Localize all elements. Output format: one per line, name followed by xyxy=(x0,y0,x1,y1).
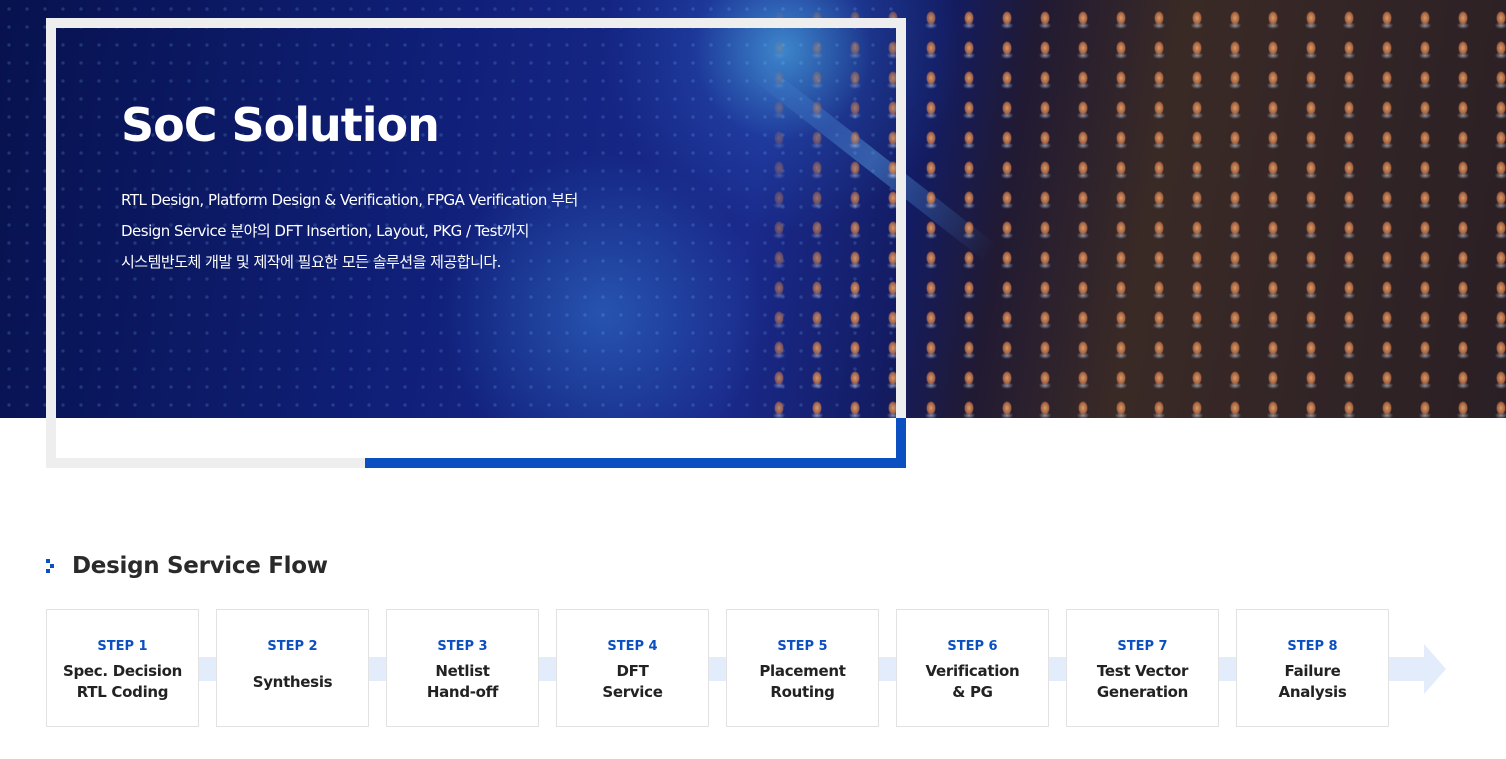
frame-border-right xyxy=(896,18,906,418)
frame-accent-right xyxy=(896,418,906,468)
step-label: STEP 7 xyxy=(1117,639,1168,654)
hero-description: RTL Design, Platform Design & Verificati… xyxy=(121,185,741,278)
flow-step-3: STEP 3 Netlist Hand-off xyxy=(386,609,539,727)
page-title: SoC Solution xyxy=(121,98,440,152)
step-name: Synthesis xyxy=(252,672,333,691)
step-label: STEP 6 xyxy=(947,639,998,654)
step-label: STEP 5 xyxy=(777,639,828,654)
step-label: STEP 1 xyxy=(97,639,148,654)
step-name: DFT Service xyxy=(602,662,663,701)
step-name: Test Vector Generation xyxy=(1096,662,1189,701)
flow-step-4: STEP 4 DFT Service xyxy=(556,609,709,727)
flow-step-6: STEP 6 Verification & PG xyxy=(896,609,1049,727)
flow-step-7: STEP 7 Test Vector Generation xyxy=(1066,609,1219,727)
step-name: Verification & PG xyxy=(925,662,1020,701)
frame-accent-bottom xyxy=(365,458,906,468)
step-name: Spec. Decision RTL Coding xyxy=(62,662,183,701)
step-label: STEP 3 xyxy=(437,639,488,654)
section-heading: Design Service Flow xyxy=(46,550,328,582)
hero-description-line: Design Service 분야의 DFT Insertion, Layout… xyxy=(121,222,529,240)
flow-step-2: STEP 2 Synthesis xyxy=(216,609,369,727)
flow-step-1: STEP 1 Spec. Decision RTL Coding xyxy=(46,609,199,727)
frame-border-top xyxy=(46,18,906,28)
step-name: Netlist Hand-off xyxy=(426,662,499,701)
flow-step-5: STEP 5 Placement Routing xyxy=(726,609,879,727)
step-label: STEP 2 xyxy=(267,639,318,654)
flow-step-8: STEP 8 Failure Analysis xyxy=(1236,609,1389,727)
step-name: Failure Analysis xyxy=(1278,662,1347,701)
section-title: Design Service Flow xyxy=(72,553,328,579)
chip-pins-image xyxy=(760,0,1506,418)
bullet-squares-icon xyxy=(46,559,58,573)
step-name: Placement Routing xyxy=(759,662,846,701)
step-label: STEP 4 xyxy=(607,639,658,654)
hero-description-line: RTL Design, Platform Design & Verificati… xyxy=(121,191,578,209)
frame-border-bottom xyxy=(46,458,365,468)
hero-description-line: 시스템반도체 개발 및 제작에 필요한 모든 솔루션을 제공합니다. xyxy=(121,253,501,271)
step-label: STEP 8 xyxy=(1287,639,1338,654)
frame-border-left xyxy=(46,18,56,468)
arrow-right-icon xyxy=(1424,644,1446,694)
